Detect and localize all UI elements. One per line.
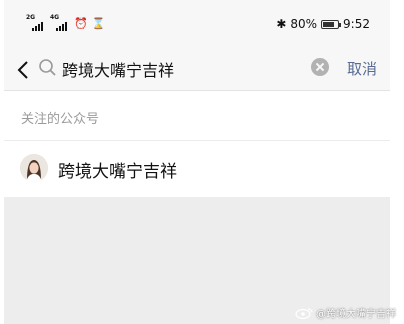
clear-search-icon[interactable] bbox=[311, 58, 329, 76]
status-bar: 2G 4G ⏰ ⌛ ✱ 80% 9:52 bbox=[4, 0, 390, 50]
result-name: 跨境大嘴宁吉祥 bbox=[58, 162, 177, 182]
alarm-clock-icon: ⏰ bbox=[74, 17, 88, 30]
cancel-button[interactable]: 取消 bbox=[347, 58, 377, 79]
avatar bbox=[20, 154, 48, 182]
battery-icon bbox=[321, 19, 342, 29]
phone-screen: 2G 4G ⏰ ⌛ ✱ 80% 9:52 跨境大嘴宁吉祥 取消 关注的公众号 跨… bbox=[4, 0, 390, 324]
signal-bars-icon bbox=[32, 22, 43, 31]
signal-4g-indicator: 4G bbox=[50, 14, 70, 31]
signal-2g-indicator: 2G bbox=[26, 14, 46, 31]
section-header: 关注的公众号 bbox=[4, 91, 390, 141]
back-arrow-icon[interactable] bbox=[16, 60, 30, 80]
result-item[interactable]: 跨境大嘴宁吉祥 bbox=[4, 141, 390, 197]
status-left: 2G 4G ⏰ ⌛ bbox=[26, 14, 106, 32]
battery-percent: 80% bbox=[290, 17, 318, 31]
battery-fill bbox=[323, 21, 335, 27]
status-right: ✱ 80% 9:52 bbox=[276, 17, 370, 31]
search-bar: 跨境大嘴宁吉祥 取消 bbox=[4, 50, 390, 91]
status-time: 9:52 bbox=[343, 17, 370, 31]
weibo-icon bbox=[295, 307, 313, 319]
bluetooth-icon: ✱ bbox=[276, 17, 287, 31]
hourglass-icon: ⌛ bbox=[91, 17, 106, 30]
search-icon bbox=[39, 59, 56, 76]
net-label-2g: 2G bbox=[26, 14, 36, 21]
search-input[interactable]: 跨境大嘴宁吉祥 bbox=[62, 57, 174, 81]
watermark-text: @跨境大嘴宁吉祥 bbox=[316, 309, 396, 320]
signal-bars-icon bbox=[56, 22, 67, 31]
watermark: @跨境大嘴宁吉祥 bbox=[295, 305, 396, 320]
net-label-4g: 4G bbox=[50, 14, 60, 21]
section-title: 关注的公众号 bbox=[21, 112, 100, 127]
